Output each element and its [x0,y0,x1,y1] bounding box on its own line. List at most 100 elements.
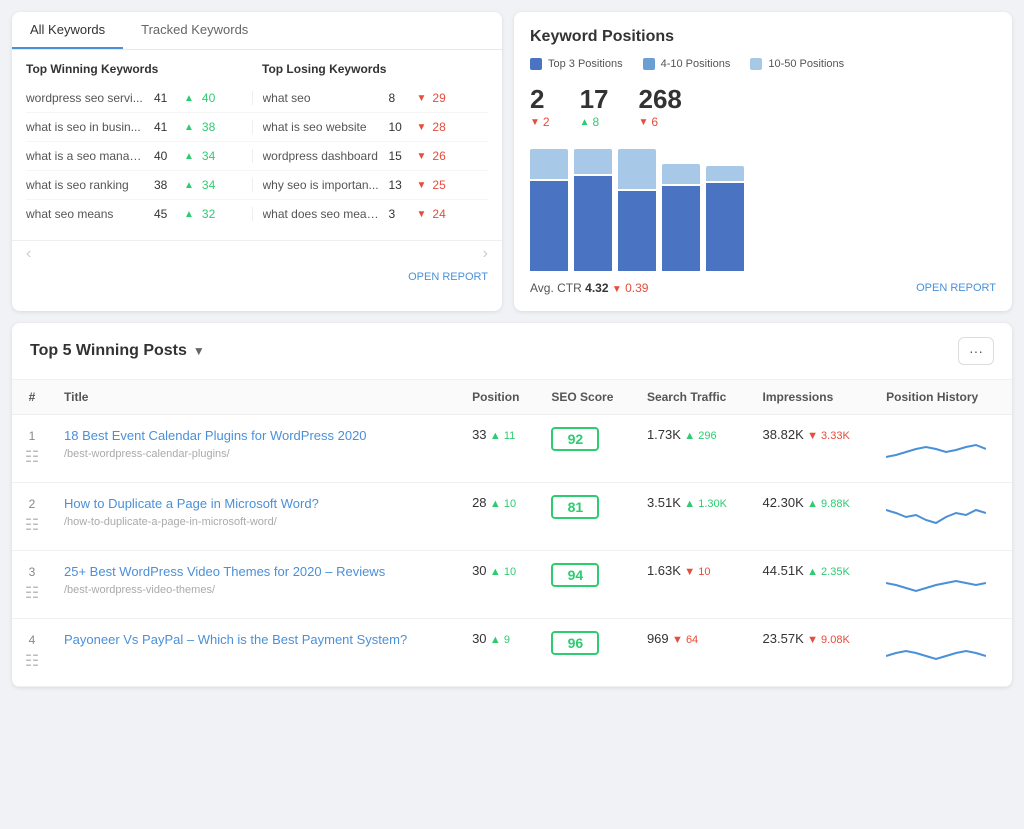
row-number: 2 [29,497,36,511]
legend-label: Top 3 Positions [548,58,623,70]
row-history-cell [874,619,1012,687]
keywords-panel: All Keywords Tracked Keywords Top Winnin… [12,12,502,311]
keyword-rows: wordpress seo servi... 41 ▲ 40 what seo … [26,84,488,228]
row-number: 3 [29,565,36,579]
scroll-left-icon[interactable]: ‹ [26,245,31,263]
legend-label: 10-50 Positions [768,58,844,70]
post-title[interactable]: Payoneer Vs PayPal – Which is the Best P… [64,631,448,649]
row-position-cell: 30 ▲ 9 [460,619,539,687]
position-value: 30 [472,631,486,646]
winning-kw-left: what seo means 45 ▲ 32 [26,207,252,221]
post-type-icon: ☷ [25,447,39,467]
post-title[interactable]: How to Duplicate a Page in Microsoft Wor… [64,495,448,513]
bar-group [662,164,700,271]
winning-kw-name: what is seo in busin... [26,120,146,134]
bar-dark [574,176,612,271]
positions-chart [530,141,996,271]
winning-kw-left: what is seo ranking 38 ▲ 34 [26,178,252,192]
tab-all-keywords[interactable]: All Keywords [12,12,123,49]
impressions-value: 38.82K [763,427,804,442]
losing-kw-right: why seo is importan... 13 ▼ 25 [252,178,489,192]
bar-light [530,149,568,179]
losing-kw-right: wordpress dashboard 15 ▼ 26 [252,149,489,163]
traffic-value: 1.63K [647,563,681,578]
row-seo-score-cell: 96 [539,619,635,687]
winning-kw-left: what is seo in busin... 41 ▲ 38 [26,120,252,134]
post-title[interactable]: 25+ Best WordPress Video Themes for 2020… [64,563,448,581]
keyword-row: what is seo ranking 38 ▲ 34 why seo is i… [26,171,488,200]
row-impressions-cell: 44.51K ▲ 2.35K [751,551,875,619]
row-history-cell [874,483,1012,551]
post-title[interactable]: 18 Best Event Calendar Plugins for WordP… [64,427,448,445]
bar-group [530,149,568,271]
table-row: 4 ☷ Payoneer Vs PayPal – Which is the Be… [12,619,1012,687]
losing-kw-right: what seo 8 ▼ 29 [252,91,489,105]
row-number-cell: 3 ☷ [12,551,52,619]
losing-kw-right: what does seo mean i... 3 ▼ 24 [252,207,489,221]
row-title-cell: How to Duplicate a Page in Microsoft Wor… [52,483,460,551]
legend-label: 4-10 Positions [661,58,731,70]
ctr-down-icon: ▼ [612,284,622,295]
traffic-down-icon: ▼ 64 [672,634,698,646]
winning-kw-delta: 34 [202,149,215,163]
impressions-value: 23.57K [763,631,804,646]
stat-value: 2 [530,84,550,115]
stat-delta: 8 [593,115,600,129]
bar-group [574,149,612,271]
positions-legend: Top 3 Positions 4-10 Positions 10-50 Pos… [530,58,996,70]
table-row: 3 ☷ 25+ Best WordPress Video Themes for … [12,551,1012,619]
panel-menu-button[interactable]: ··· [958,337,994,365]
winning-kw-up-icon: ▲ [184,209,194,220]
post-url: /best-wordpress-video-themes/ [64,584,448,596]
row-number-cell: 4 ☷ [12,619,52,687]
losing-kw-delta: 28 [432,120,445,134]
keyword-row: what is a seo manag... 40 ▲ 34 wordpress… [26,142,488,171]
row-history-cell [874,551,1012,619]
panel-title-row[interactable]: Top 5 Winning Posts ▼ [30,342,205,360]
stat-delta: 6 [651,115,658,129]
losing-kw-pos: 13 [389,178,411,192]
legend-item: 4-10 Positions [643,58,731,70]
row-position-cell: 30 ▲ 10 [460,551,539,619]
positions-title: Keyword Positions [530,28,996,46]
row-traffic-cell: 1.63K ▼ 10 [635,551,751,619]
table-header-cell: Position History [874,380,1012,415]
losing-header: Top Losing Keywords [252,62,488,76]
losing-kw-pos: 8 [389,91,411,105]
row-seo-score-cell: 92 [539,415,635,483]
losing-kw-pos: 15 [389,149,411,163]
impressions-value: 44.51K [763,563,804,578]
winning-kw-left: wordpress seo servi... 41 ▲ 40 [26,91,252,105]
row-title-cell: 18 Best Event Calendar Plugins for WordP… [52,415,460,483]
winning-kw-left: what is a seo manag... 40 ▲ 34 [26,149,252,163]
losing-kw-down-icon: ▼ [417,122,427,133]
tab-tracked-keywords[interactable]: Tracked Keywords [123,12,266,49]
winning-kw-pos: 41 [154,120,176,134]
ctr-value: 4.32 [585,281,608,295]
row-number: 4 [29,633,36,647]
scroll-right-icon[interactable]: › [483,245,488,263]
legend-dot-icon [530,58,542,70]
stat-delta-row: ▼2 [530,115,550,129]
position-history-chart [886,631,986,671]
losing-kw-delta: 29 [432,91,445,105]
losing-kw-name: what seo [263,91,383,105]
traffic-up-icon: ▲ 1.30K [684,498,727,510]
losing-kw-delta: 26 [432,149,445,163]
stat-down-icon: ▼ [530,117,540,128]
imp-down-icon: ▼ 3.33K [807,430,850,442]
losing-kw-pos: 3 [389,207,411,221]
row-number-cell: 2 ☷ [12,483,52,551]
positions-open-report[interactable]: OPEN REPORT [916,282,996,294]
row-seo-score-cell: 94 [539,551,635,619]
position-history-chart [886,495,986,535]
post-type-icon: ☷ [25,515,39,535]
row-traffic-cell: 3.51K ▲ 1.30K [635,483,751,551]
winning-kw-name: what seo means [26,207,146,221]
row-history-cell [874,415,1012,483]
keywords-open-report[interactable]: OPEN REPORT [12,267,502,291]
ctr-delta: 0.39 [625,281,648,295]
row-title-cell: 25+ Best WordPress Video Themes for 2020… [52,551,460,619]
table-row: 1 ☷ 18 Best Event Calendar Plugins for W… [12,415,1012,483]
winning-kw-name: what is seo ranking [26,178,146,192]
